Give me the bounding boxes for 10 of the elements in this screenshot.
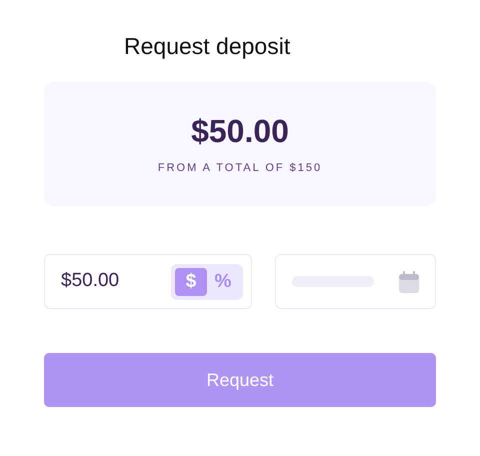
date-field[interactable] (275, 254, 436, 309)
unit-option[interactable]: $ (175, 268, 207, 296)
total-caption: FROM A TOTAL OF $150 (158, 160, 322, 176)
unit-option[interactable]: % (207, 268, 239, 296)
page-title: Request deposit (124, 32, 292, 61)
amount-field[interactable]: $50.00 $ % (44, 254, 252, 309)
request-button[interactable]: Request (44, 353, 436, 407)
calendar-icon (399, 270, 419, 292)
amount-input[interactable]: $50.00 (61, 267, 161, 296)
deposit-amount: $50.00 (191, 112, 289, 150)
